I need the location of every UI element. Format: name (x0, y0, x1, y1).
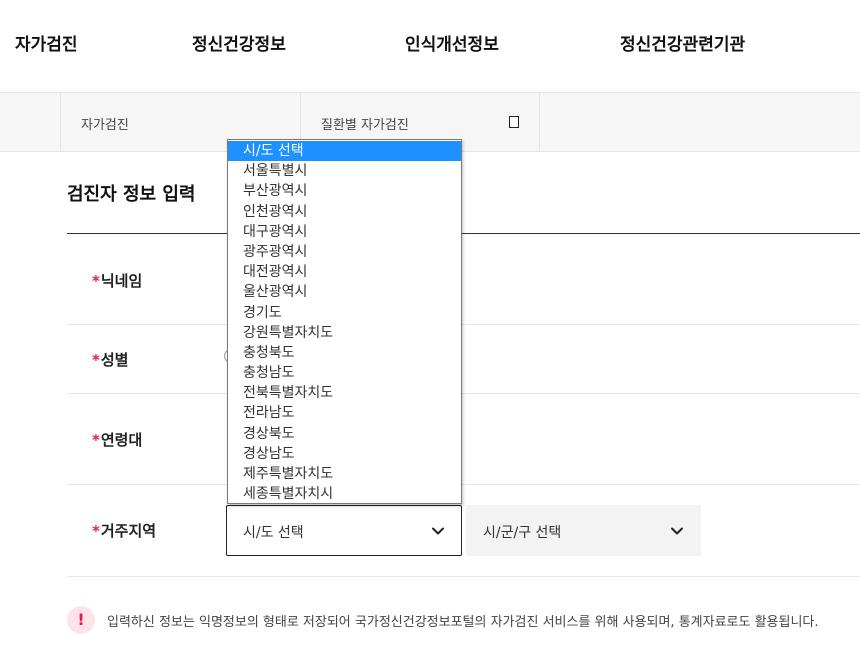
nickname-label-text: 닉네임 (100, 272, 143, 290)
chevron-down-icon (432, 527, 444, 535)
exclamation-icon: ! (67, 606, 95, 634)
dropdown-option[interactable]: 울산광역시 (228, 282, 461, 302)
dropdown-option[interactable]: 전라남도 (228, 403, 461, 423)
required-mark: * (92, 431, 100, 449)
region-label: *거주지역 (92, 520, 156, 541)
required-mark: * (92, 272, 100, 290)
dropdown-option[interactable]: 광주광역시 (228, 242, 461, 262)
dropdown-option[interactable]: 서울특별시 (228, 161, 461, 181)
row-divider (67, 324, 860, 325)
breadcrumb-toggle-icon[interactable] (509, 116, 519, 128)
row-divider (67, 484, 860, 485)
dropdown-option[interactable]: 인천광역시 (228, 202, 461, 222)
row-divider (67, 393, 860, 394)
region-label-text: 거주지역 (100, 522, 157, 540)
dropdown-option[interactable]: 제주특별자치도 (228, 464, 461, 484)
agegroup-label-text: 연령대 (100, 431, 143, 449)
exclamation-symbol: ! (77, 610, 85, 629)
dropdown-option[interactable]: 전북특별자치도 (228, 383, 461, 403)
nav-item-self-check[interactable]: 자가검진 (15, 30, 78, 55)
dropdown-option[interactable]: 세종특별자치시 (228, 484, 461, 504)
sigungu-select[interactable]: 시/군/구 선택 (466, 505, 701, 556)
chevron-down-icon (671, 527, 683, 535)
dropdown-option[interactable]: 대전광역시 (228, 262, 461, 282)
dropdown-option[interactable]: 시/도 선택 (228, 141, 461, 162)
privacy-notice: 입력하신 정보는 익명정보의 형태로 저장되어 국가정신건강정보포털의 자가검진… (107, 615, 819, 630)
nav-item-related-institutions[interactable]: 정신건강관련기관 (620, 30, 745, 55)
sido-select[interactable]: 시/도 선택 (226, 505, 462, 556)
sido-dropdown-list[interactable]: 시/도 선택 서울특별시 부산광역시 인천광역시 대구광역시 광주광역시 대전광역시 울산광역… (227, 139, 462, 504)
dropdown-option[interactable]: 경기도 (228, 303, 461, 323)
dropdown-option[interactable]: 충청북도 (228, 343, 461, 363)
dropdown-option[interactable]: 대구광역시 (228, 222, 461, 242)
dropdown-option[interactable]: 충청남도 (228, 363, 461, 383)
gender-label-text: 성별 (100, 351, 129, 369)
breadcrumb-level2-label: 질환별 자가검진 (321, 118, 409, 133)
required-mark: * (92, 522, 100, 540)
agegroup-label: *연령대 (92, 429, 142, 450)
sigungu-select-value: 시/군/구 선택 (483, 525, 562, 541)
top-navigation: 자가검진 정신건강정보 인식개선정보 정신건강관련기관 (0, 0, 860, 88)
dropdown-option[interactable]: 경상북도 (228, 424, 461, 444)
nav-item-awareness-info[interactable]: 인식개선정보 (405, 30, 499, 55)
required-mark: * (92, 351, 100, 369)
nav-item-mental-health-info[interactable]: 정신건강정보 (192, 30, 286, 55)
nickname-label: *닉네임 (92, 270, 142, 291)
sido-select-value: 시/도 선택 (243, 525, 304, 541)
title-divider (67, 233, 860, 234)
breadcrumb-level1-label: 자가검진 (81, 118, 129, 133)
dropdown-option[interactable]: 경상남도 (228, 444, 461, 464)
dropdown-option[interactable]: 강원특별자치도 (228, 323, 461, 343)
page-title: 검진자 정보 입력 (67, 184, 196, 205)
row-divider (67, 576, 860, 577)
dropdown-option[interactable]: 부산광역시 (228, 181, 461, 201)
gender-label: *성별 (92, 349, 128, 370)
